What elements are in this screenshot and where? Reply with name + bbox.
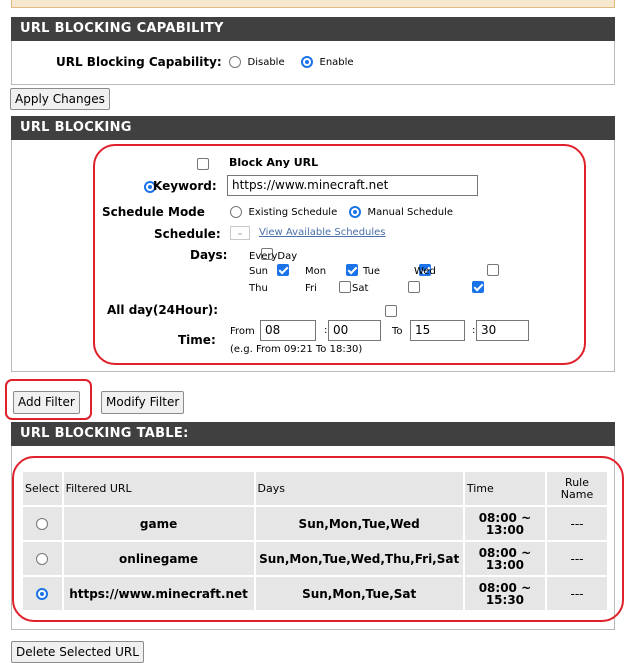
- top-strip: [11, 0, 615, 8]
- annotation-form: [93, 144, 586, 365]
- url-table-header: URL BLOCKING TABLE:: [11, 422, 615, 446]
- disable-radio[interactable]: [229, 56, 241, 68]
- capability-header: URL BLOCKING CAPABILITY: [11, 17, 615, 41]
- annotation-add-filter: [5, 379, 92, 420]
- enable-label: Enable: [319, 57, 354, 68]
- delete-selected-url-button[interactable]: Delete Selected URL: [11, 641, 144, 663]
- apply-changes-button[interactable]: Apply Changes: [10, 88, 110, 110]
- modify-filter-button[interactable]: Modify Filter: [101, 391, 185, 414]
- capability-panel: URL Blocking Capability: Disable Enable: [11, 41, 615, 85]
- url-blocking-header: URL BLOCKING: [11, 116, 615, 140]
- capability-enable-option[interactable]: Enable: [301, 55, 354, 68]
- annotation-table: [12, 456, 624, 622]
- capability-disable-option[interactable]: Disable: [229, 55, 285, 68]
- enable-radio[interactable]: [301, 56, 313, 68]
- disable-label: Disable: [247, 57, 285, 68]
- capability-label: URL Blocking Capability:: [56, 55, 222, 69]
